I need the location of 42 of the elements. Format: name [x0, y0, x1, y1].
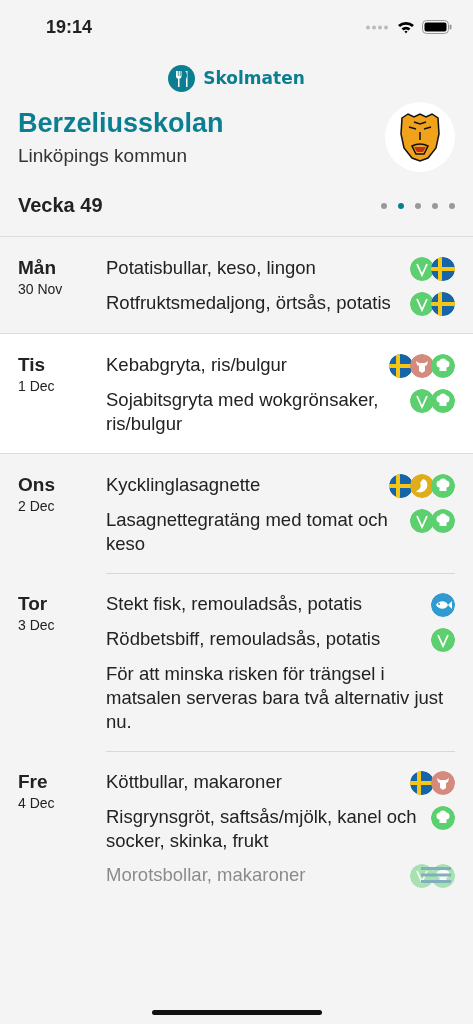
page-dot[interactable] [415, 202, 421, 209]
meal-text: Kebabgryta, ris/bulgur [106, 353, 288, 377]
day-date: 1 Dec [18, 378, 55, 394]
wifi-icon [397, 20, 415, 34]
day-name: Tor [18, 593, 48, 615]
signal-icon [366, 24, 390, 30]
day-date: 3 Dec [18, 617, 55, 633]
meal-text: Lasagnettegratäng med tomat och keso [106, 508, 389, 556]
page-dot[interactable] [449, 202, 455, 209]
meal-text: Stekt fisk, remouladsås, potatis [106, 592, 364, 616]
page-dot[interactable] [432, 202, 438, 209]
school-name: Berzeliusskolan [18, 107, 224, 139]
meal-text: För att minska risken för trängsel i matsalen serveras bara två alternativ just nu. [106, 662, 445, 734]
meal-text: Morotsbollar, makaroner [106, 863, 307, 887]
status-time: 19:14 [46, 16, 93, 38]
app-name: Skolmaten [203, 68, 305, 88]
day-name: Fre [18, 771, 48, 793]
meal-text: Potatisbullar, keso, lingon [106, 256, 317, 280]
day-row[interactable]: Fre 4 Dec Köttbullar, makaroner Risgrynsgröt, saftsås/mjölk, kanel och socker, skinka, frukt Morotsbollar, makaroner [0, 751, 473, 905]
meal-text: Köttbullar, makaroner [106, 770, 283, 794]
day-row[interactable]: Ons 2 Dec Kycklinglasagnette Lasagnettegratäng med tomat och keso [0, 454, 473, 573]
day-row[interactable]: Tor 3 Dec Stekt fisk, remouladsås, potatis Rödbetsbiff, remouladsås, potatis För att minska risken för trängsel i matsalen serveras bara två alternativ just nu. [0, 573, 473, 751]
meal-text: Kycklinglasagnette [106, 473, 262, 497]
day-row[interactable]: Mån 30 Nov Potatisbullar, keso, lingon Rotfruktsmedaljong, örtsås, potatis [0, 237, 473, 333]
week-label: Vecka 49 [18, 194, 103, 217]
municipality-name: Linköpings kommun [18, 144, 188, 167]
day-name: Tis [18, 354, 46, 376]
day-date: 30 Nov [18, 281, 63, 297]
day-row[interactable]: Tis 1 Dec Kebabgryta, ris/bulgur Sojabitsgryta med wokgrönsaker, ris/bulgur [0, 333, 473, 454]
page-dot[interactable] [398, 202, 404, 209]
meal-text: Rotfruktsmedaljong, örtsås, potatis [106, 291, 392, 315]
meal-text: Rödbetsbiff, remouladsås, potatis [106, 627, 382, 651]
page-dot[interactable] [381, 202, 387, 209]
meal-text: Sojabitsgryta med wokgrönsaker, ris/bulgur [106, 388, 380, 436]
menu-icon[interactable] [421, 866, 451, 884]
day-date: 2 Dec [18, 498, 55, 514]
battery-icon [422, 20, 452, 34]
day-date: 4 Dec [18, 795, 55, 811]
cutlery-icon [168, 64, 196, 92]
day-name: Mån [18, 257, 56, 279]
meal-text: Risgrynsgröt, saftsås/mjölk, kanel och socker, skinka, frukt [106, 805, 418, 853]
day-name: Ons [18, 474, 55, 496]
